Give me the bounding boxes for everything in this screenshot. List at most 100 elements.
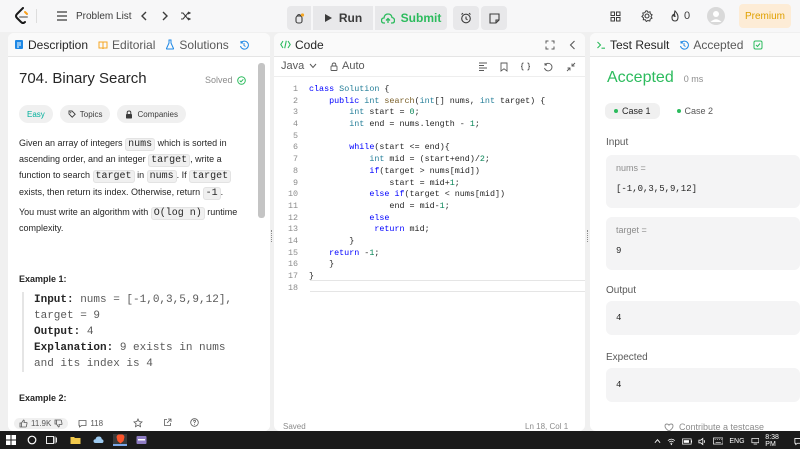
history-icon	[239, 40, 249, 50]
code-text: class Solution {	[309, 84, 390, 94]
grid-icon	[610, 11, 621, 21]
file-explorer-app[interactable]	[70, 435, 81, 447]
volume-icon[interactable]	[698, 437, 707, 446]
book-icon	[98, 41, 108, 49]
line-number: 3	[292, 107, 298, 118]
problem-title: 704. Binary Search	[19, 70, 147, 87]
code-line[interactable]: 16 }	[274, 259, 585, 271]
tab-description[interactable]: Description	[14, 38, 88, 52]
code-editor[interactable]: 1 class Solution {2 public int search(int…	[274, 84, 585, 294]
submit-button[interactable]: Submit	[375, 6, 447, 30]
search-circle-icon	[27, 435, 37, 445]
tab-checked[interactable]	[753, 40, 763, 50]
target-value: 9	[616, 246, 622, 256]
random-problem-button[interactable]	[180, 0, 191, 32]
tab-accepted[interactable]: Accepted	[679, 38, 743, 52]
maximize-button[interactable]	[545, 39, 555, 53]
timer-button[interactable]	[453, 6, 479, 30]
code-line[interactable]: 11 end = mid-1;	[274, 201, 585, 213]
chevron-up-icon[interactable]	[654, 438, 661, 444]
layout-button[interactable]	[610, 0, 621, 32]
example-1-input-label: Input:	[34, 294, 74, 306]
code-line[interactable]: 6 while(start <= end){	[274, 142, 585, 154]
companies-tag[interactable]: Companies	[117, 105, 186, 123]
description-scrollbar[interactable]	[258, 63, 265, 218]
fire-icon	[671, 10, 679, 22]
input-language[interactable]: ENG	[729, 438, 744, 445]
code-line[interactable]: 12 else	[274, 213, 585, 225]
user-avatar[interactable]	[707, 0, 725, 32]
braces-button[interactable]	[520, 62, 531, 74]
code-line[interactable]: 4 int end = nums.length - 1;	[274, 119, 585, 131]
undo-icon	[544, 62, 553, 72]
search-button[interactable]	[27, 435, 37, 447]
media-player-app[interactable]	[136, 435, 147, 447]
collapse-button[interactable]	[569, 39, 576, 53]
divider	[36, 9, 37, 23]
comments-button[interactable]: 118	[78, 419, 103, 428]
tab-code[interactable]: Code	[280, 38, 324, 52]
task-view-button[interactable]	[46, 435, 57, 447]
notification-icon[interactable]	[794, 437, 800, 446]
keyboard-icon[interactable]	[713, 437, 724, 445]
autocomplete-toggle[interactable]: Auto	[330, 60, 365, 72]
code-line[interactable]: 7 int mid = (start+end)/2;	[274, 154, 585, 166]
premium-button[interactable]: Premium	[739, 4, 791, 28]
code-line[interactable]: 10 else if(target < nums[mid])	[274, 189, 585, 201]
notes-button[interactable]	[481, 6, 507, 30]
battery-icon[interactable]	[681, 438, 692, 445]
format-button[interactable]	[478, 62, 488, 74]
contribute-testcase-button[interactable]: Contribute a testcase	[664, 422, 764, 431]
code-line[interactable]: 5	[274, 131, 585, 143]
result-panel: Test Result Accepted Accepted 0 ms Case …	[590, 33, 800, 431]
statement-text: in	[134, 170, 147, 181]
case-1-tab[interactable]: Case 1	[605, 103, 660, 119]
streak-counter[interactable]: 0	[670, 0, 690, 32]
like-button[interactable]: 11.9K	[14, 418, 69, 429]
right-resize-handle[interactable]	[587, 230, 589, 242]
debug-button[interactable]	[287, 6, 311, 30]
favorite-button[interactable]	[133, 417, 144, 430]
case-2-tab[interactable]: Case 2	[668, 103, 723, 119]
code-line[interactable]: 14 }	[274, 236, 585, 248]
prev-problem-button[interactable]	[140, 0, 148, 32]
language-select[interactable]: Java	[281, 60, 317, 72]
bookmark-button[interactable]	[500, 62, 508, 75]
tab-test-result[interactable]: Test Result	[596, 38, 669, 52]
code-line[interactable]: 1 class Solution {	[274, 84, 585, 96]
network-icon[interactable]	[751, 437, 760, 445]
code-line[interactable]: 13 return mid;	[274, 224, 585, 236]
next-problem-button[interactable]	[161, 0, 169, 32]
verdict-row: Accepted 0 ms	[607, 69, 703, 87]
code-line[interactable]: 2 public int search(int[] nums, int targ…	[274, 96, 585, 108]
share-button[interactable]	[163, 418, 172, 429]
wifi-icon[interactable]	[667, 437, 676, 446]
help-button[interactable]	[190, 418, 199, 429]
start-button[interactable]	[6, 435, 16, 447]
reset-button[interactable]	[543, 62, 553, 75]
run-button[interactable]: Run	[313, 6, 373, 30]
weather-app[interactable]	[93, 435, 104, 447]
code-line[interactable]: 8 if(target > nums[mid])	[274, 166, 585, 178]
clock[interactable]: 8:38 PM	[765, 434, 788, 448]
line-number: 11	[287, 200, 298, 211]
topics-tag[interactable]: Topics	[59, 105, 111, 123]
tag-icon	[68, 110, 76, 118]
problem-list-button[interactable]: Problem List	[56, 0, 132, 32]
code-line[interactable]: 15 return -1;	[274, 248, 585, 260]
difficulty-tag[interactable]: Easy	[19, 105, 53, 123]
tab-submissions[interactable]	[239, 40, 249, 50]
left-resize-handle[interactable]	[271, 230, 273, 242]
leetcode-logo-icon[interactable]	[14, 7, 30, 25]
comment-icon	[78, 420, 87, 428]
tab-editorial[interactable]: Editorial	[98, 38, 155, 52]
pass-dot	[614, 109, 618, 113]
tab-solutions[interactable]: Solutions	[165, 38, 229, 52]
brave-browser-app[interactable]	[113, 434, 127, 446]
settings-button[interactable]	[641, 0, 653, 32]
fullscreen-button[interactable]	[566, 62, 576, 75]
code-line[interactable]: 3 int start = 0;	[274, 107, 585, 119]
statement-text: . If	[176, 170, 190, 181]
code-line[interactable]: 9 start = mid+1;	[274, 178, 585, 190]
bookmark-icon	[500, 62, 508, 72]
